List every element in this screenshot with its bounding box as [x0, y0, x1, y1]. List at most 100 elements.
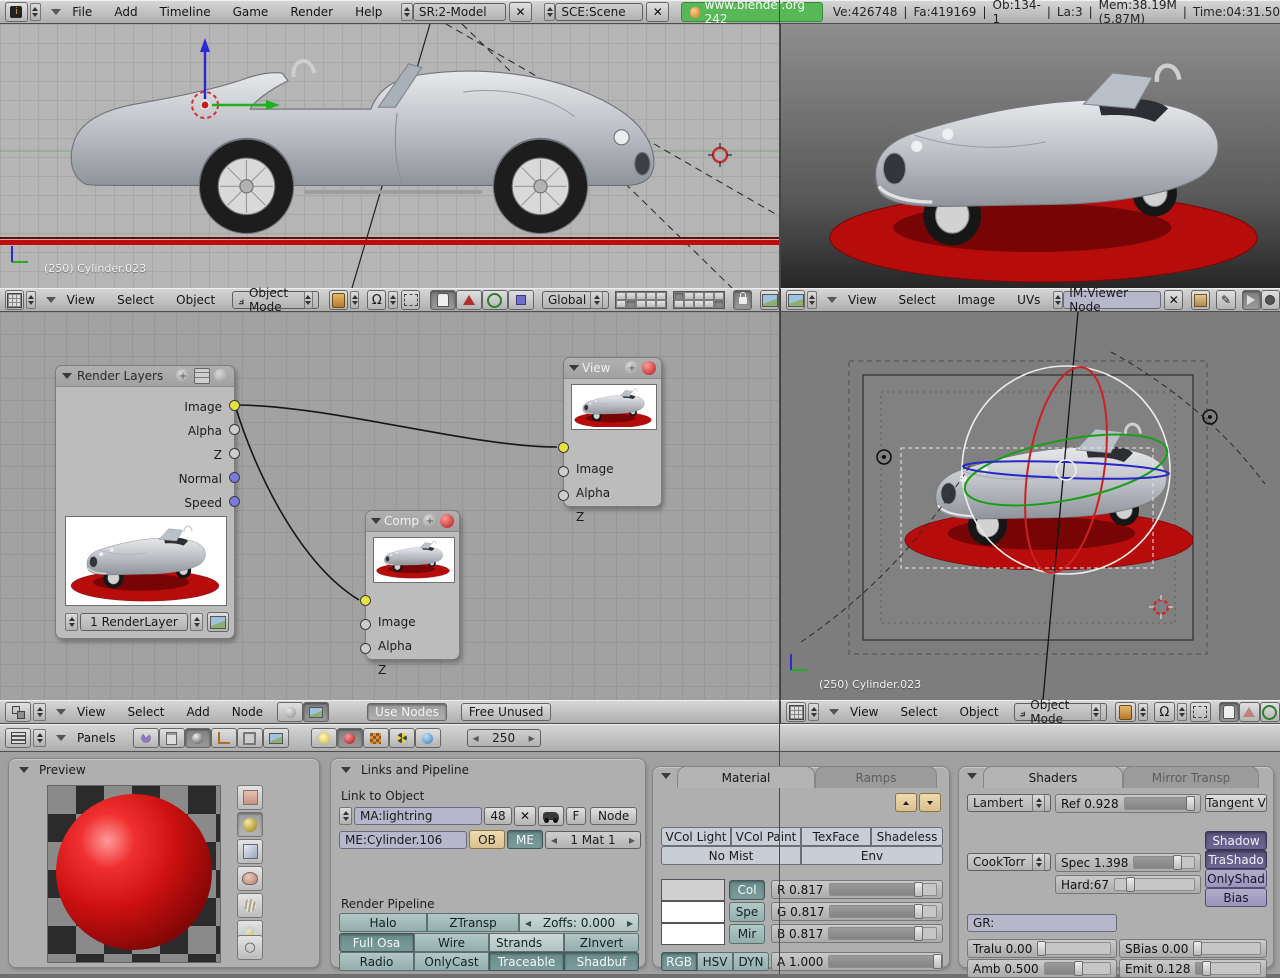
manipulator-rotate-icon[interactable]: [1260, 702, 1280, 722]
shadow-toggle[interactable]: Shadow: [1205, 831, 1267, 850]
mir-button[interactable]: Mir: [729, 924, 765, 944]
menu-file[interactable]: File: [72, 5, 92, 19]
layer-buttons-group-2[interactable]: [673, 291, 725, 309]
node-toggle-button[interactable]: Node: [590, 807, 637, 825]
render-layers-node[interactable]: Render Layers + Image Alpha Z Normal Spe…: [55, 365, 235, 639]
panel-collapse-icon[interactable]: [341, 767, 351, 773]
pack-image-icon[interactable]: [1191, 290, 1210, 310]
manipulator-hand-icon[interactable]: [1219, 702, 1239, 722]
tab-ramps[interactable]: Ramps: [815, 766, 937, 788]
trashado-toggle[interactable]: TraShado: [1205, 850, 1267, 869]
texface-toggle[interactable]: TexFace: [801, 827, 871, 846]
panel-title[interactable]: Links and Pipeline: [361, 763, 469, 777]
editor-type-stepper[interactable]: [30, 3, 42, 21]
material-index-field[interactable]: ◂1 Mat 1▸: [545, 831, 641, 849]
tangent-v-button[interactable]: Tangent V: [1205, 794, 1267, 812]
menu-object[interactable]: Object: [959, 705, 998, 719]
3d-viewport-side[interactable]: (250) Cylinder.023: [0, 24, 779, 288]
render-image-view[interactable]: [780, 24, 1280, 288]
scene-stepper[interactable]: [544, 3, 556, 21]
menu-game[interactable]: Game: [233, 5, 269, 19]
frame-right-arrow[interactable]: ▸: [529, 731, 535, 745]
snap-widget-icon[interactable]: [401, 290, 420, 310]
socket-alpha[interactable]: [558, 466, 569, 477]
screen-selector[interactable]: SR:2-Model: [413, 3, 506, 21]
wire-toggle[interactable]: Wire: [414, 933, 489, 952]
menu-view[interactable]: View: [67, 293, 95, 307]
menu-view[interactable]: View: [850, 705, 878, 719]
radiosity-subcontext-icon[interactable]: [389, 728, 415, 748]
vcol-paint-toggle[interactable]: VCol Paint: [731, 827, 801, 846]
proportional-edit-icon[interactable]: Ω: [1154, 702, 1174, 722]
preview-flat-button[interactable]: [237, 785, 263, 810]
draw-type-icon[interactable]: [329, 290, 348, 310]
shading-context-icon[interactable]: [185, 728, 211, 748]
output-alpha[interactable]: Alpha: [56, 419, 234, 443]
r-slider[interactable]: R 0.817: [771, 880, 943, 899]
material-unlink-button[interactable]: ✕: [514, 806, 536, 826]
shadbuf-toggle[interactable]: Shadbuf: [564, 952, 639, 971]
panel-collapse-icon[interactable]: [19, 767, 29, 773]
tab-shaders[interactable]: Shaders: [983, 766, 1123, 788]
scene-close-button[interactable]: ✕: [646, 2, 669, 22]
manipulator-translate-icon[interactable]: [456, 290, 482, 310]
preview-monkey-button[interactable]: [237, 866, 263, 891]
output-z[interactable]: Z: [56, 443, 234, 467]
menu-image[interactable]: Image: [958, 293, 996, 307]
panels-label[interactable]: Panels: [77, 731, 116, 745]
ztransp-toggle[interactable]: ZTransp: [427, 913, 519, 932]
editor-type-icon[interactable]: [786, 290, 805, 310]
menu-node[interactable]: Node: [232, 705, 263, 719]
material-name-field[interactable]: MA:lightring: [354, 807, 482, 825]
col-swatch[interactable]: [661, 879, 725, 901]
play-icon[interactable]: [1242, 290, 1261, 310]
input-image[interactable]: Image: [366, 610, 459, 634]
menu-select[interactable]: Select: [900, 705, 937, 719]
layer-buttons-group-1[interactable]: [615, 291, 667, 309]
panel-collapse-icon[interactable]: [967, 773, 977, 779]
vcol-light-toggle[interactable]: VCol Light: [661, 827, 731, 846]
menu-object[interactable]: Object: [176, 293, 215, 307]
menu-timeline[interactable]: Timeline: [160, 5, 211, 19]
editor-type-stepper[interactable]: [26, 291, 36, 309]
menu-render[interactable]: Render: [290, 5, 333, 19]
snap-widget-icon[interactable]: [1190, 702, 1210, 722]
comp-node[interactable]: Comp + Image Alpha Z: [365, 510, 460, 660]
material-users-button[interactable]: 48: [484, 807, 512, 825]
world-subcontext-icon[interactable]: [415, 728, 441, 748]
editor-type-stepper[interactable]: [33, 703, 46, 721]
node-material-sphere-icon[interactable]: [440, 514, 454, 528]
mode-dropdown[interactable]: ⟓ Object Mode: [1014, 703, 1108, 721]
menu-add[interactable]: Add: [187, 705, 210, 719]
preview-hair-button[interactable]: [237, 893, 263, 918]
tab-mirror-transp[interactable]: Mirror Transp: [1123, 766, 1259, 788]
view-node[interactable]: View + Image Alpha Z: [563, 357, 662, 507]
socket-z[interactable]: [229, 448, 240, 459]
editor-type-icon[interactable]: [5, 702, 31, 722]
col-button[interactable]: Col: [729, 880, 765, 900]
input-alpha[interactable]: Alpha: [366, 634, 459, 658]
spec-slider[interactable]: Spec 1.398: [1055, 853, 1201, 872]
shadeless-toggle[interactable]: Shadeless: [871, 827, 943, 846]
mesh-name-field[interactable]: ME:Cylinder.106: [339, 831, 467, 849]
node-collapse-icon[interactable]: [371, 518, 381, 524]
pencil-icon[interactable]: ✎: [1216, 290, 1235, 310]
panel-collapse-icon[interactable]: [661, 773, 671, 779]
screen-stepper[interactable]: [401, 3, 413, 21]
strands-toggle[interactable]: Strands: [489, 933, 564, 952]
no-mist-toggle[interactable]: No Mist: [661, 846, 801, 865]
scene-context-icon[interactable]: [263, 728, 289, 748]
ref-slider[interactable]: Ref 0.928: [1055, 794, 1201, 813]
menu-select[interactable]: Select: [117, 293, 154, 307]
material-move-down-button[interactable]: [919, 793, 941, 812]
diffuse-shader-dropdown[interactable]: Lambert: [967, 794, 1051, 812]
socket-normal[interactable]: [229, 472, 240, 483]
output-speed[interactable]: Speed: [56, 491, 234, 515]
image-stepper[interactable]: [1053, 291, 1063, 309]
traceable-toggle[interactable]: Traceable: [489, 952, 564, 971]
preview-sphere-button[interactable]: [237, 812, 263, 837]
node-preview-sphere-icon[interactable]: [214, 369, 228, 383]
layer-stepper-right[interactable]: [190, 613, 203, 631]
editor-type-stepper[interactable]: [807, 291, 817, 309]
manipulator-hand-icon[interactable]: [430, 290, 456, 310]
